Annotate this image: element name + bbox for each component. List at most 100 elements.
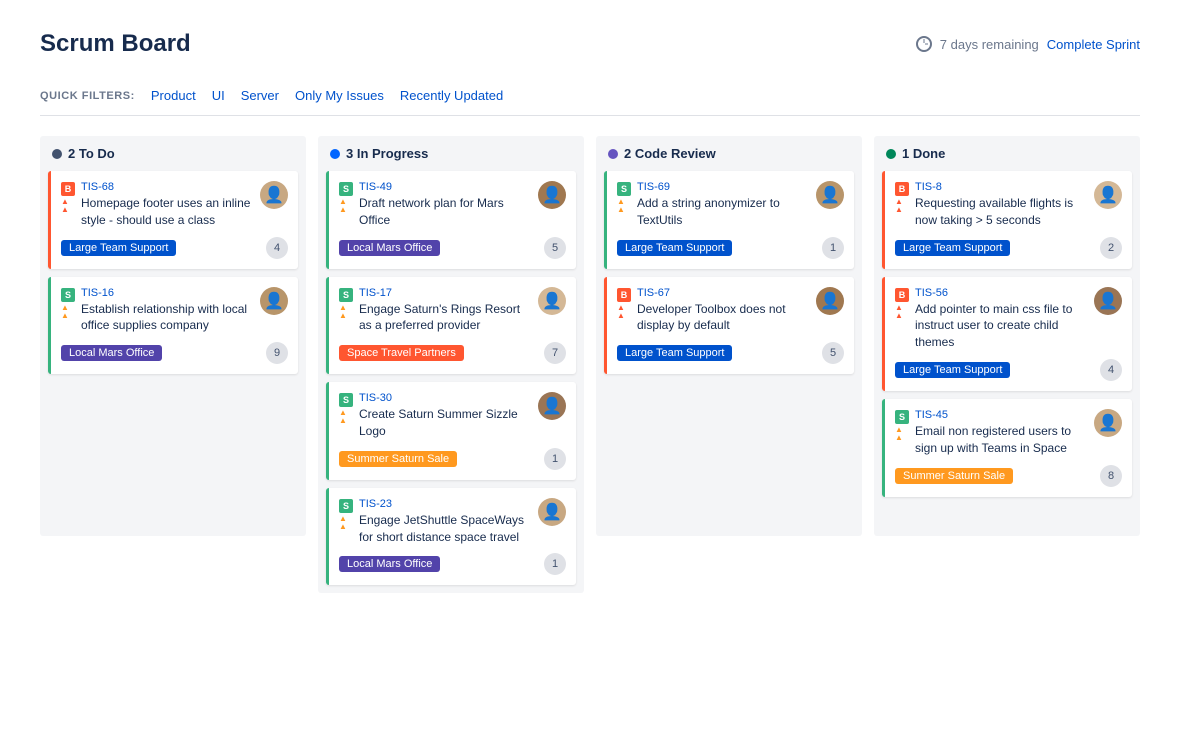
card-footer: Space Travel Partners 7 <box>339 342 566 364</box>
column-todo-title: 2 To Do <box>68 146 115 161</box>
badge: 1 <box>822 237 844 259</box>
card-top: S ▲ ▲ TIS-30 Create Saturn Summer Sizzle… <box>339 392 566 440</box>
card-icons: S ▲ ▲ <box>895 410 909 442</box>
column-inprogress: 3 In Progress S ▲ ▲ <box>318 136 584 593</box>
tag: Summer Saturn Sale <box>339 451 457 467</box>
card-icons: S ▲ ▲ <box>617 182 631 214</box>
story-icon: S <box>339 182 353 196</box>
card-meta: S ▲ ▲ TIS-45 Email non registered users … <box>895 409 1086 457</box>
card-top: B ▲ ▲ TIS-56 Add pointer to main css fil… <box>895 287 1122 351</box>
card-content: TIS-67 Developer Toolbox does not displa… <box>637 287 808 335</box>
card-top: S ▲ ▲ TIS-23 Engage JetShuttle SpaceWays… <box>339 498 566 546</box>
filter-product[interactable]: Product <box>151 88 196 103</box>
quick-filters-bar: QUICK FILTERS: Product UI Server Only My… <box>40 88 1140 103</box>
card-footer: Local Mars Office 1 <box>339 553 566 575</box>
priority-icon: ▲ ▲ <box>61 198 75 214</box>
card-meta: S ▲ ▲ TIS-30 Create Saturn Summer Sizzle… <box>339 392 530 440</box>
card-footer: Large Team Support 5 <box>617 342 844 364</box>
bug-icon: B <box>61 182 75 196</box>
tag: Large Team Support <box>617 345 732 361</box>
card-footer: Large Team Support 4 <box>895 359 1122 381</box>
card-TIS-49[interactable]: S ▲ ▲ TIS-49 Draft network plan for Mars… <box>326 171 576 269</box>
quick-filters-label: QUICK FILTERS: <box>40 90 135 102</box>
priority-icon: ▲ ▲ <box>895 198 909 214</box>
card-TIS-30[interactable]: S ▲ ▲ TIS-30 Create Saturn Summer Sizzle… <box>326 382 576 480</box>
badge: 5 <box>822 342 844 364</box>
card-icons: S ▲ ▲ <box>339 393 353 425</box>
board: 2 To Do B ▲ ▲ <box>40 136 1140 593</box>
card-id: TIS-30 <box>359 392 530 404</box>
card-meta: B ▲ ▲ TIS-67 Developer Toolbox does not … <box>617 287 808 335</box>
card-TIS-8[interactable]: B ▲ ▲ TIS-8 Requesting available flights… <box>882 171 1132 269</box>
tag: Summer Saturn Sale <box>895 468 1013 484</box>
card-title: Homepage footer uses an inline style - s… <box>81 195 252 229</box>
avatar <box>538 287 566 315</box>
bug-icon: B <box>895 288 909 302</box>
avatar <box>816 287 844 315</box>
card-id: TIS-45 <box>915 409 1086 421</box>
divider <box>40 115 1140 116</box>
badge: 4 <box>1100 359 1122 381</box>
card-title: Engage JetShuttle SpaceWays for short di… <box>359 512 530 546</box>
filter-recently-updated[interactable]: Recently Updated <box>400 88 503 103</box>
card-footer: Large Team Support 4 <box>61 237 288 259</box>
card-icons: B ▲ ▲ <box>895 182 909 214</box>
avatar <box>260 287 288 315</box>
column-inprogress-header: 3 In Progress <box>318 136 584 171</box>
priority-icon: ▲ ▲ <box>617 198 631 214</box>
card-TIS-17[interactable]: S ▲ ▲ TIS-17 Engage Saturn's Rings Resor… <box>326 277 576 375</box>
column-codereview-body: S ▲ ▲ TIS-69 Add a string anonymizer to … <box>596 171 862 382</box>
card-meta: B ▲ ▲ TIS-56 Add pointer to main css fil… <box>895 287 1086 351</box>
card-TIS-16[interactable]: S ▲ ▲ TIS-16 Establish relationship with… <box>48 277 298 375</box>
card-top: S ▲ ▲ TIS-17 Engage Saturn's Rings Resor… <box>339 287 566 335</box>
page-title: Scrum Board <box>40 30 191 58</box>
column-codereview-title: 2 Code Review <box>624 146 716 161</box>
card-id: TIS-49 <box>359 181 530 193</box>
avatar <box>538 392 566 420</box>
card-TIS-23[interactable]: S ▲ ▲ TIS-23 Engage JetShuttle SpaceWays… <box>326 488 576 586</box>
card-TIS-69[interactable]: S ▲ ▲ TIS-69 Add a string anonymizer to … <box>604 171 854 269</box>
card-meta: S ▲ ▲ TIS-17 Engage Saturn's Rings Resor… <box>339 287 530 335</box>
story-icon: S <box>895 410 909 424</box>
card-TIS-56[interactable]: B ▲ ▲ TIS-56 Add pointer to main css fil… <box>882 277 1132 391</box>
card-id: TIS-8 <box>915 181 1086 193</box>
column-todo-header: 2 To Do <box>40 136 306 171</box>
card-content: TIS-56 Add pointer to main css file to i… <box>915 287 1086 351</box>
card-meta: B ▲ ▲ TIS-68 Homepage footer uses an inl… <box>61 181 252 229</box>
card-top: S ▲ ▲ TIS-49 Draft network plan for Mars… <box>339 181 566 229</box>
avatar <box>538 498 566 526</box>
card-meta: S ▲ ▲ TIS-69 Add a string anonymizer to … <box>617 181 808 229</box>
badge: 7 <box>544 342 566 364</box>
tag: Large Team Support <box>895 362 1010 378</box>
filter-ui[interactable]: UI <box>212 88 225 103</box>
priority-icon: ▲ ▲ <box>339 198 353 214</box>
card-title: Developer Toolbox does not display by de… <box>637 301 808 335</box>
card-id: TIS-68 <box>81 181 252 193</box>
card-id: TIS-17 <box>359 287 530 299</box>
story-icon: S <box>61 288 75 302</box>
badge: 2 <box>1100 237 1122 259</box>
card-meta: S ▲ ▲ TIS-16 Establish relationship with… <box>61 287 252 335</box>
card-TIS-45[interactable]: S ▲ ▲ TIS-45 Email non registered users … <box>882 399 1132 497</box>
filter-server[interactable]: Server <box>241 88 279 103</box>
card-top: B ▲ ▲ TIS-8 Requesting available flights… <box>895 181 1122 229</box>
badge: 5 <box>544 237 566 259</box>
card-TIS-68[interactable]: B ▲ ▲ TIS-68 Homepage footer uses an inl… <box>48 171 298 269</box>
card-title: Add a string anonymizer to TextUtils <box>637 195 808 229</box>
filter-only-my-issues[interactable]: Only My Issues <box>295 88 384 103</box>
priority-icon: ▲ ▲ <box>339 515 353 531</box>
complete-sprint-button[interactable]: Complete Sprint <box>1047 37 1140 52</box>
column-codereview-header: 2 Code Review <box>596 136 862 171</box>
tag: Large Team Support <box>895 240 1010 256</box>
card-footer: Large Team Support 1 <box>617 237 844 259</box>
badge: 4 <box>266 237 288 259</box>
column-done-title: 1 Done <box>902 146 945 161</box>
card-content: TIS-69 Add a string anonymizer to TextUt… <box>637 181 808 229</box>
badge: 1 <box>544 553 566 575</box>
clock-icon <box>916 36 932 52</box>
column-todo-body: B ▲ ▲ TIS-68 Homepage footer uses an inl… <box>40 171 306 382</box>
priority-icon: ▲ ▲ <box>895 426 909 442</box>
story-icon: S <box>339 288 353 302</box>
avatar <box>1094 409 1122 437</box>
card-TIS-67[interactable]: B ▲ ▲ TIS-67 Developer Toolbox does not … <box>604 277 854 375</box>
